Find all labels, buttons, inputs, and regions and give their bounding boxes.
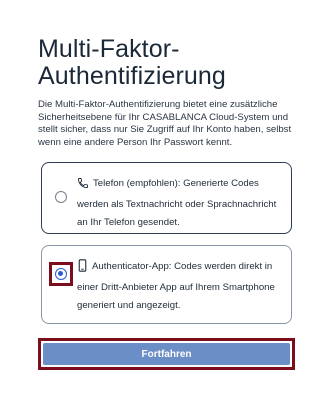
phone-icon [77, 177, 89, 196]
submit-highlight-frame: Fortfahren [38, 338, 295, 370]
smartphone-icon [77, 259, 88, 279]
page-title: Multi-Faktor-Authentifizierung [38, 35, 226, 90]
radio-phone[interactable] [55, 191, 67, 203]
option-phone[interactable]: Telefon (empfohlen): Generierte Codes we… [41, 162, 292, 234]
mfa-page: Multi-Faktor-Authentifizierung Die Multi… [0, 0, 329, 407]
option-phone-text: Telefon (empfohlen): Generierte Codes we… [77, 175, 285, 232]
option-authenticator-label: Authenticator-App: Codes werden direkt i… [77, 261, 275, 311]
radio-highlight-frame [49, 262, 73, 286]
option-authenticator-app[interactable]: Authenticator-App: Codes werden direkt i… [41, 245, 292, 324]
radio-authenticator-app[interactable] [55, 268, 67, 280]
page-description: Die Multi-Faktor-Authentifizierung biete… [38, 99, 292, 148]
option-authenticator-text: Authenticator-App: Codes werden direkt i… [77, 258, 287, 315]
option-phone-label: Telefon (empfohlen): Generierte Codes we… [77, 178, 277, 228]
continue-button[interactable]: Fortfahren [43, 343, 290, 365]
